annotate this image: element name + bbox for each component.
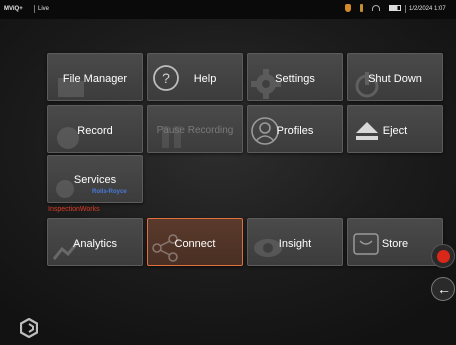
usb-icon [360, 4, 363, 12]
back-arrow-icon: ← [437, 281, 451, 297]
eject-button[interactable]: Eject [347, 105, 443, 153]
record-label: Record [77, 125, 113, 137]
back-button[interactable]: ← [431, 277, 455, 301]
datetime: 1/2/2024 1:07 [409, 6, 446, 12]
help-label: Help [193, 73, 217, 85]
profiles-label: Profiles [276, 125, 314, 137]
settings-label: Settings [275, 73, 315, 85]
insight-button[interactable]: Insight [247, 218, 343, 266]
record-side-button[interactable] [431, 244, 455, 268]
analytics-label: Analytics [72, 238, 118, 250]
connect-label: Connect [174, 238, 216, 250]
mode-label: Live [38, 6, 50, 12]
store-button[interactable]: Store [347, 218, 443, 266]
help-button[interactable]: ? Help [147, 53, 243, 101]
store-label: Store [381, 238, 409, 250]
battery-icon [389, 5, 401, 11]
file-manager-button[interactable]: File Manager [47, 53, 143, 101]
pause-recording-label: Pause Recording [156, 125, 234, 136]
analytics-button[interactable]: Analytics [47, 218, 143, 266]
services-label: Services [73, 174, 117, 186]
wifi-icon [372, 5, 380, 11]
insight-label: Insight [278, 238, 312, 250]
services-button[interactable]: Services Rolls-Royce [47, 155, 143, 203]
settings-button[interactable]: Settings [247, 53, 343, 101]
status-bar: MViQ+ Live 1/2/2024 1:07 [0, 0, 456, 19]
inspectionworks-label: InspectionWorks [48, 206, 100, 213]
status-icons [345, 4, 401, 12]
record-dot-icon [437, 250, 450, 263]
status-separator [34, 5, 35, 13]
status-separator [405, 5, 406, 13]
hand-icon [345, 4, 351, 12]
record-button[interactable]: Record [47, 105, 143, 153]
file-manager-label: File Manager [62, 73, 128, 85]
app-name: MViQ+ [4, 6, 23, 12]
screen: MViQ+ Live 1/2/2024 1:07 File Manager ? … [0, 0, 456, 345]
brand-logo-icon [20, 318, 38, 338]
eject-label: Eject [382, 125, 408, 137]
connect-button[interactable]: Connect [147, 218, 243, 266]
pause-recording-button[interactable]: Pause Recording [147, 105, 243, 153]
shut-down-button[interactable]: Shut Down [347, 53, 443, 101]
services-sublabel: Rolls-Royce [92, 189, 127, 195]
profiles-button[interactable]: Profiles [247, 105, 343, 153]
shut-down-label: Shut Down [368, 73, 422, 85]
